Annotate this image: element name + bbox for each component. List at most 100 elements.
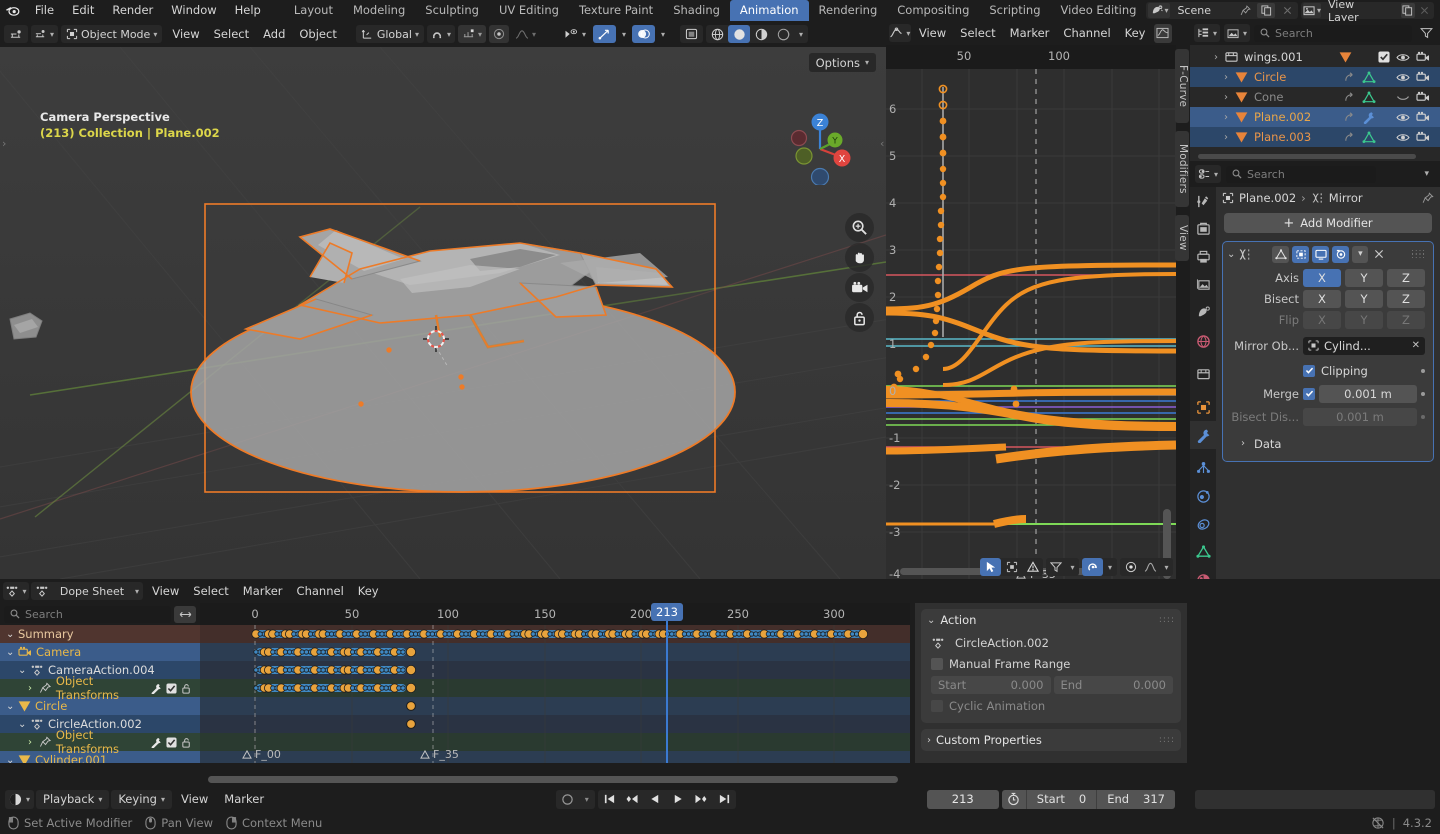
- properties-tab-output[interactable]: [1190, 243, 1216, 271]
- properties-tab-column[interactable]: [1190, 187, 1216, 587]
- transform-orientation-dropdown[interactable]: Global ▾: [355, 25, 424, 43]
- dopesheet-marker-f00[interactable]: F_00: [242, 748, 281, 761]
- edit-mode-display-icon[interactable]: [1272, 245, 1290, 263]
- merge-animate-dot[interactable]: [1421, 391, 1425, 396]
- dopesheet-search-input[interactable]: Search: [4, 605, 171, 623]
- axis-z-button[interactable]: Z: [1387, 268, 1425, 287]
- wrench-icon[interactable]: [1362, 111, 1376, 124]
- bisect-z-button[interactable]: Z: [1387, 289, 1425, 308]
- xray-toggle[interactable]: [680, 25, 704, 43]
- navigation-gizmo[interactable]: Z Y X: [782, 109, 858, 185]
- visibility-eye-icon[interactable]: [1396, 132, 1410, 143]
- channel-checkbox[interactable]: [166, 736, 177, 748]
- graph-editor-type-selector[interactable]: ▾: [889, 24, 911, 42]
- render-camera-icon[interactable]: [1416, 91, 1430, 103]
- clipping-animate-dot[interactable]: [1421, 368, 1425, 373]
- on-cage-icon[interactable]: [1292, 245, 1310, 263]
- show-errors-icon[interactable]: [1022, 558, 1043, 576]
- menu-file[interactable]: File: [26, 0, 63, 21]
- clear-mirror-object-icon[interactable]: ✕: [1412, 340, 1420, 351]
- clipping-checkbox[interactable]: [1303, 364, 1315, 377]
- visibility-eye-icon[interactable]: [1396, 52, 1410, 63]
- properties-tab-world[interactable]: [1190, 327, 1216, 355]
- graph-editor-ruler[interactable]: 50 100: [886, 45, 1176, 69]
- graph-editor[interactable]: ▾ ViewSelectMarkerChannelKey 50100: [886, 21, 1190, 579]
- modifier-icon[interactable]: [150, 737, 162, 748]
- render-camera-icon[interactable]: [1416, 71, 1430, 83]
- dopesheet-editor-type-selector[interactable]: ▾: [3, 582, 29, 600]
- view-layer-icon[interactable]: ▾: [1303, 3, 1322, 18]
- add-modifier-button[interactable]: + Add Modifier: [1224, 213, 1432, 233]
- viewport-menu-view[interactable]: View: [165, 24, 206, 44]
- flip-z-button[interactable]: Z: [1387, 310, 1425, 329]
- render-display-icon[interactable]: [1332, 245, 1350, 263]
- action-sidebar[interactable]: ⌄ Action :::: CircleAction.002 Manual Fr…: [915, 603, 1187, 763]
- modifier-panel-header[interactable]: ⌄ ▾::::::::: [1223, 242, 1433, 266]
- bisect-distance-animate-dot[interactable]: [1421, 414, 1425, 419]
- properties-options-dropdown[interactable]: ▾: [1424, 169, 1435, 179]
- jump-end-icon[interactable]: [713, 790, 736, 809]
- object-mode-dropdown[interactable]: Object Mode ▾: [61, 25, 163, 43]
- axis-x-button[interactable]: X: [1303, 268, 1341, 287]
- menu-edit[interactable]: Edit: [63, 0, 103, 21]
- properties-search-input[interactable]: Search: [1226, 165, 1376, 183]
- merge-checkbox[interactable]: [1303, 387, 1315, 400]
- graph-menu-view[interactable]: View: [912, 23, 953, 43]
- dopesheet-menu-view[interactable]: View: [145, 581, 186, 601]
- channel-expand-icon[interactable]: ›: [28, 737, 39, 748]
- render-camera-icon[interactable]: [1416, 51, 1430, 63]
- view-layer-selector[interactable]: ▾ View Layer: [1301, 0, 1434, 24]
- shading-material-preview-icon[interactable]: [750, 25, 772, 43]
- workspace-tab-shading[interactable]: Shading: [663, 0, 730, 21]
- graph-sidebar-toggle[interactable]: [1153, 23, 1172, 43]
- dopesheet-filter-dropdown[interactable]: ▾: [1046, 558, 1079, 576]
- workspace-tab-uv-editing[interactable]: UV Editing: [489, 0, 569, 21]
- properties-tab-collection[interactable]: [1190, 360, 1216, 388]
- expand-chevron-icon[interactable]: ›: [1224, 92, 1235, 103]
- start-frame-field[interactable]: Start 0: [1025, 789, 1096, 809]
- cyclic-animation-row[interactable]: Cyclic Animation: [931, 697, 1173, 715]
- menu-window[interactable]: Window: [162, 0, 225, 21]
- dopesheet-channel-summary[interactable]: ⌄ Summary: [0, 625, 200, 643]
- panel-drag-handle[interactable]: ::::: [1159, 615, 1175, 625]
- viewport-left-expand-arrow[interactable]: ›: [2, 137, 6, 150]
- expand-chevron-icon[interactable]: ›: [1224, 132, 1235, 143]
- show-hidden-icon[interactable]: [1001, 558, 1022, 576]
- breadcrumb-object-label[interactable]: Plane.002: [1239, 191, 1296, 205]
- animation-data-icon[interactable]: [1343, 131, 1356, 143]
- action-panel[interactable]: ⌄ Action :::: CircleAction.002 Manual Fr…: [921, 609, 1181, 723]
- auto-keying-dropdown[interactable]: ▾: [579, 790, 595, 809]
- shading-dropdown[interactable]: ▾: [794, 25, 808, 43]
- workspace-tab-compositing[interactable]: Compositing: [887, 0, 979, 21]
- workspace-tab-layout[interactable]: Layout: [284, 0, 343, 21]
- visibility-eye-icon[interactable]: [1396, 92, 1410, 103]
- properties-editor-type-selector[interactable]: ▾: [1195, 165, 1221, 183]
- pivot-point-dropdown[interactable]: [488, 25, 509, 43]
- dopesheet-snap-group[interactable]: ▾: [1120, 558, 1173, 576]
- outliner-display-mode[interactable]: ▾: [1224, 24, 1250, 42]
- custom-properties-panel[interactable]: › Custom Properties ::::: [921, 729, 1181, 751]
- expand-chevron-icon[interactable]: ›: [1214, 52, 1225, 63]
- chevron-down-icon[interactable]: ⌄: [927, 615, 935, 626]
- chevron-right-icon[interactable]: ›: [1241, 438, 1245, 449]
- timeline-marker-menu[interactable]: Marker: [217, 789, 271, 809]
- gizmo-dropdown[interactable]: ▾: [619, 25, 629, 43]
- workspace-tabs[interactable]: Layout Modeling Sculpting UV Editing Texture…: [284, 0, 1147, 21]
- only-selected-icon[interactable]: [980, 558, 1001, 576]
- end-frame-field[interactable]: End 317: [1096, 789, 1175, 809]
- outliner-row-plane-002[interactable]: › Plane.002: [1190, 107, 1440, 127]
- workspace-tab-texture-paint[interactable]: Texture Paint: [569, 0, 663, 21]
- auto-keying-icon[interactable]: [556, 790, 579, 809]
- play-icon[interactable]: [667, 790, 690, 809]
- dopesheet-menu-marker[interactable]: Marker: [236, 581, 290, 601]
- workspace-tab-video-editing[interactable]: Video Editing: [1051, 0, 1147, 21]
- dopesheet-channel-cylinder-001[interactable]: ⌄ Cylinder.001: [0, 751, 200, 763]
- editor-type-selector[interactable]: [4, 25, 28, 43]
- timeline-scrub-area[interactable]: [1195, 789, 1435, 809]
- viewport-menu-add[interactable]: Add: [256, 24, 292, 44]
- pin-scene-icon[interactable]: [1236, 3, 1254, 18]
- keying-dropdown[interactable]: Keying ▾: [111, 789, 172, 809]
- playback-dropdown[interactable]: Playback ▾: [36, 789, 110, 809]
- scene-icon[interactable]: ▾: [1148, 3, 1171, 18]
- cyclic-animation-checkbox[interactable]: [931, 700, 943, 712]
